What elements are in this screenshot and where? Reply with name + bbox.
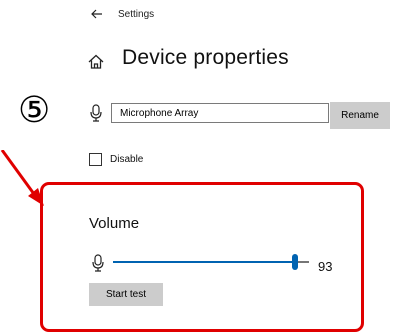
slider-thumb[interactable]: [292, 254, 299, 270]
volume-heading: Volume: [89, 215, 140, 232]
start-test-button[interactable]: Start test: [89, 283, 163, 306]
disable-label: Disable: [110, 154, 144, 165]
rename-button[interactable]: Rename: [330, 102, 390, 129]
microphone-icon: [90, 104, 102, 122]
device-name-input[interactable]: [111, 103, 329, 123]
volume-slider[interactable]: [113, 254, 309, 270]
microphone-icon: [92, 254, 104, 272]
slider-fill: [113, 261, 296, 263]
app-title: Settings: [118, 9, 155, 20]
disable-checkbox[interactable]: [89, 153, 102, 166]
volume-value: 93: [318, 259, 333, 274]
back-arrow-icon[interactable]: [88, 5, 106, 23]
step-marker: ⑤: [18, 89, 51, 130]
page-title: Device properties: [122, 46, 289, 69]
home-icon: [86, 52, 106, 72]
